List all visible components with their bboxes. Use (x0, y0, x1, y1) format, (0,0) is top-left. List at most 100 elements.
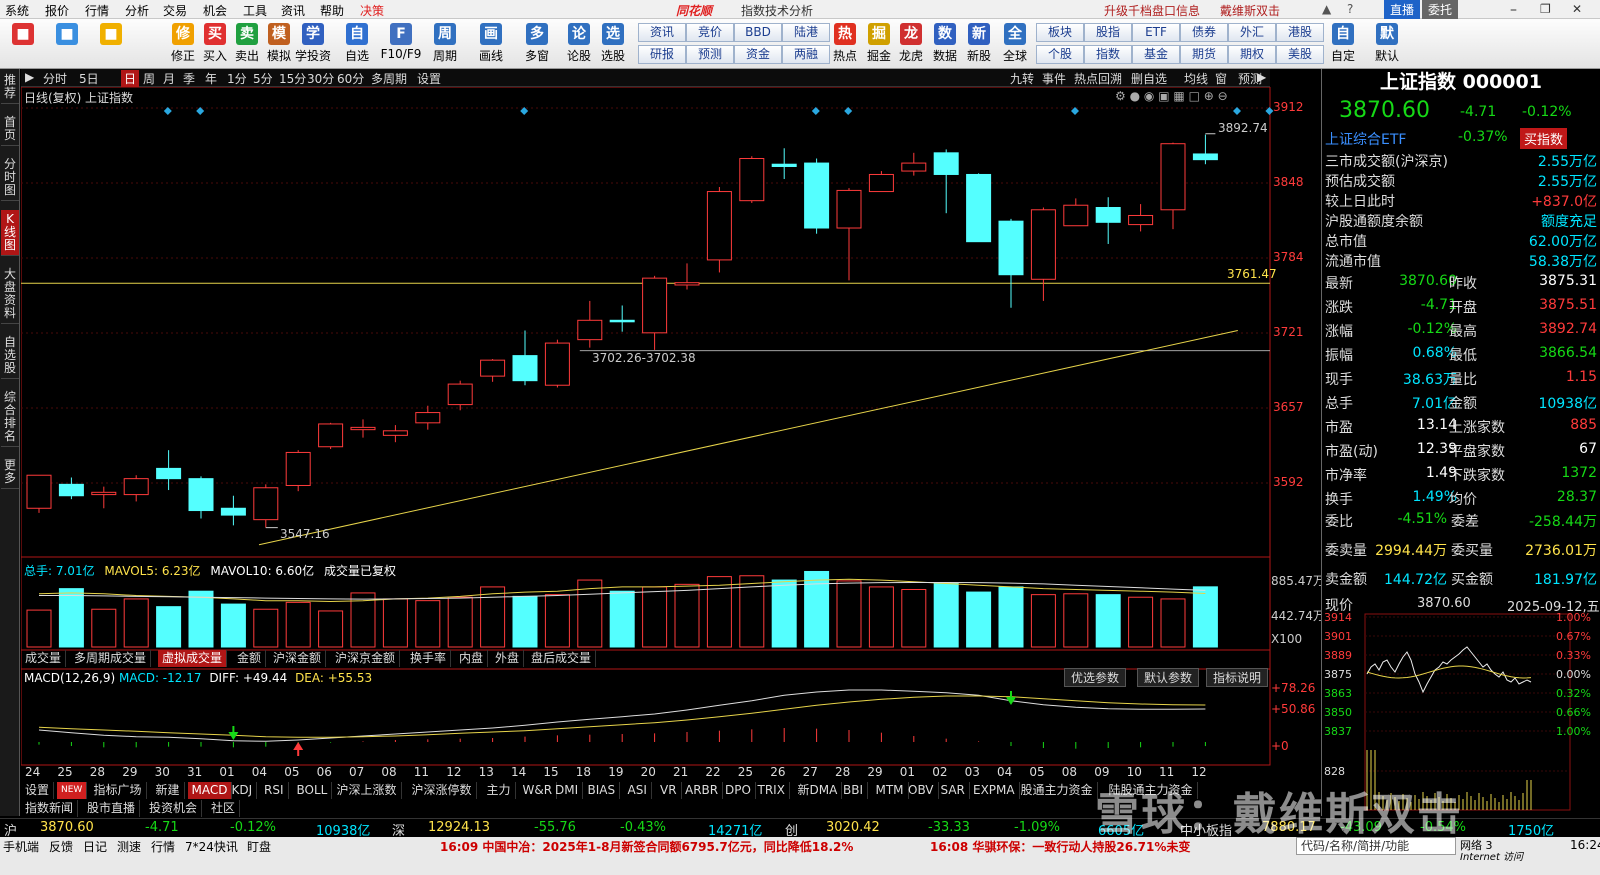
indicator-tab-17[interactable]: DPO (721, 782, 756, 799)
volume-tab-9[interactable]: 盘后成交量 (527, 650, 597, 667)
toolbar-button-12[interactable]: 多多窗 (522, 21, 552, 67)
left-tab-0[interactable]: 推荐 (1, 71, 19, 104)
indicator-tab-16[interactable]: ARBR (681, 782, 724, 799)
lock-icon[interactable]: ● (1130, 89, 1140, 103)
left-tab-6[interactable]: 综合排名 (1, 388, 19, 447)
toolbar-button-0[interactable]: ■ (8, 21, 38, 67)
status-item-4[interactable]: 行情 (151, 838, 175, 855)
news-tab-2[interactable]: 投资机会 (145, 800, 203, 817)
menu-8[interactable]: 帮助 (320, 2, 344, 19)
chart-tool-1[interactable]: 事件 (1042, 70, 1066, 87)
toolbar-button-11[interactable]: 画画线 (476, 21, 506, 67)
indicator-tab-10[interactable]: 主力 (483, 782, 516, 799)
quick-button[interactable]: 研报 (638, 45, 686, 64)
volume-tab-7[interactable]: 内盘 (455, 650, 489, 667)
macd-help-button[interactable]: 指标说明 (1206, 668, 1269, 687)
status-item-0[interactable]: 手机端 (3, 838, 39, 855)
status-item-1[interactable]: 反馈 (49, 838, 73, 855)
quick-button[interactable]: 陆港 (782, 23, 830, 42)
toolbar-button-10[interactable]: 周周期 (430, 21, 460, 67)
market-button[interactable]: 美股 (1276, 45, 1324, 64)
print-icon[interactable]: ▣ (1158, 89, 1169, 103)
menu-1[interactable]: 报价 (45, 2, 69, 19)
toolbar-button-8[interactable]: 自自选 (342, 21, 372, 67)
news-ticker-1[interactable]: 16:09 中国中冶：2025年1-8月新签合同额6795.7亿元，同比降低18… (440, 838, 853, 855)
indicator-tab-15[interactable]: VR (656, 782, 682, 799)
indicator-tab-2[interactable]: 指标广场 (90, 782, 147, 799)
play-icon[interactable]: ▶ (25, 70, 34, 84)
market-button[interactable]: 指数 (1084, 45, 1132, 64)
chart-tool-5[interactable]: 窗 (1215, 70, 1227, 87)
order-button[interactable]: 委托 (1422, 0, 1459, 19)
market-button[interactable]: 基金 (1132, 45, 1180, 64)
close-icon[interactable]: ✕ (1572, 2, 1582, 16)
chart-tool-4[interactable]: 均线 (1184, 70, 1208, 87)
toolbar-button-2[interactable]: ■ (96, 21, 126, 67)
left-tab-4[interactable]: 大盘资料 (1, 265, 19, 324)
toolbar-button-7[interactable]: 学学投资 (295, 21, 331, 67)
help-icon[interactable]: ? (1347, 2, 1353, 16)
minimize-icon[interactable]: – (1510, 2, 1517, 18)
macd-opt-button[interactable]: 优选参数 (1064, 668, 1127, 687)
period-10[interactable]: 30分 (307, 70, 334, 87)
indicator-tab-12[interactable]: DMI (551, 782, 584, 799)
etf-name[interactable]: 上证综合ETF (1325, 129, 1406, 149)
market-button[interactable]: 港股 (1276, 23, 1324, 42)
volume-tab-2[interactable]: 虚拟成交量 (158, 650, 228, 667)
quick-button[interactable]: 资讯 (638, 23, 686, 42)
chart-tool-3[interactable]: 删自选 (1131, 70, 1167, 87)
indicator-tab-7[interactable]: BOLL (293, 782, 333, 799)
market-button[interactable]: 债券 (1180, 23, 1228, 42)
quick-button[interactable]: 预测 (686, 45, 734, 64)
link-davis[interactable]: 戴维斯双击 (1220, 2, 1280, 19)
news-tab-0[interactable]: 指数新闻 (21, 800, 79, 817)
period-6[interactable]: 年 (205, 70, 217, 87)
indicator-tab-0[interactable]: 设置 (21, 782, 55, 799)
period-3[interactable]: 周 (143, 70, 155, 87)
news-tab-1[interactable]: 股市直播 (83, 800, 141, 817)
indicator-tab-19[interactable]: 新DMA (794, 782, 843, 799)
market-button[interactable]: 外汇 (1228, 23, 1276, 42)
left-tab-5[interactable]: 自选股 (1, 333, 19, 379)
market-button[interactable]: 期权 (1228, 45, 1276, 64)
menu-0[interactable]: 系统 (5, 2, 29, 19)
period-2[interactable]: 日 (121, 70, 140, 87)
indicator-tab-6[interactable]: RSI (260, 782, 289, 799)
market-button[interactable]: 板块 (1036, 23, 1084, 42)
market-button[interactable]: 期货 (1180, 45, 1228, 64)
toolbar-button-9[interactable]: F F10/F9 (381, 21, 421, 67)
volume-tab-4[interactable]: 沪深金额 (269, 650, 327, 667)
quick-button[interactable]: BBD (734, 23, 782, 42)
status-item-5[interactable]: 7*24快讯 (185, 838, 238, 855)
period-9[interactable]: 15分 (279, 70, 306, 87)
camera-icon[interactable]: ▦ (1173, 89, 1184, 103)
indicator-tab-5[interactable]: KDJ (228, 782, 258, 799)
status-item-6[interactable]: 盯盘 (247, 838, 271, 855)
volume-tab-5[interactable]: 沪深京金额 (331, 650, 401, 667)
menu-2[interactable]: 行情 (85, 2, 109, 19)
volume-tab-3[interactable]: 金额 (233, 650, 267, 667)
live-button[interactable]: 直播 (1384, 0, 1421, 19)
status-item-2[interactable]: 日记 (83, 838, 107, 855)
status-item-3[interactable]: 测速 (117, 838, 141, 855)
toolbar3-button-1[interactable]: 默默认 (1372, 21, 1402, 67)
indicator-tab-8[interactable]: 沪深上涨数 (333, 782, 402, 799)
market-button[interactable]: ETF (1132, 23, 1180, 42)
market-button[interactable]: 个股 (1036, 45, 1084, 64)
zoom-in-icon[interactable]: ⊕ (1204, 89, 1214, 103)
indicator-tab-23[interactable]: SAR (937, 782, 970, 799)
toolbar-button-1[interactable]: ■ (52, 21, 82, 67)
link-upgrade[interactable]: 升级千档盘口信息 (1104, 2, 1200, 19)
collapse-icon[interactable]: ▶ (1257, 70, 1266, 84)
menu-5[interactable]: 机会 (203, 2, 227, 19)
restore-icon[interactable]: ❐ (1540, 2, 1551, 16)
indicator-tab-9[interactable]: 沪深涨停数 (408, 782, 477, 799)
left-tab-7[interactable]: 更多 (1, 456, 19, 489)
chart-tool-2[interactable]: 热点回溯 (1074, 70, 1122, 87)
zoom-out-icon[interactable]: ⊖ (1218, 89, 1228, 103)
volume-tab-6[interactable]: 换手率 (406, 650, 452, 667)
period-7[interactable]: 1分 (227, 70, 247, 87)
period-0[interactable]: 分时 (43, 70, 67, 87)
period-4[interactable]: 月 (163, 70, 175, 87)
volume-tab-0[interactable]: 成交量 (21, 650, 67, 667)
